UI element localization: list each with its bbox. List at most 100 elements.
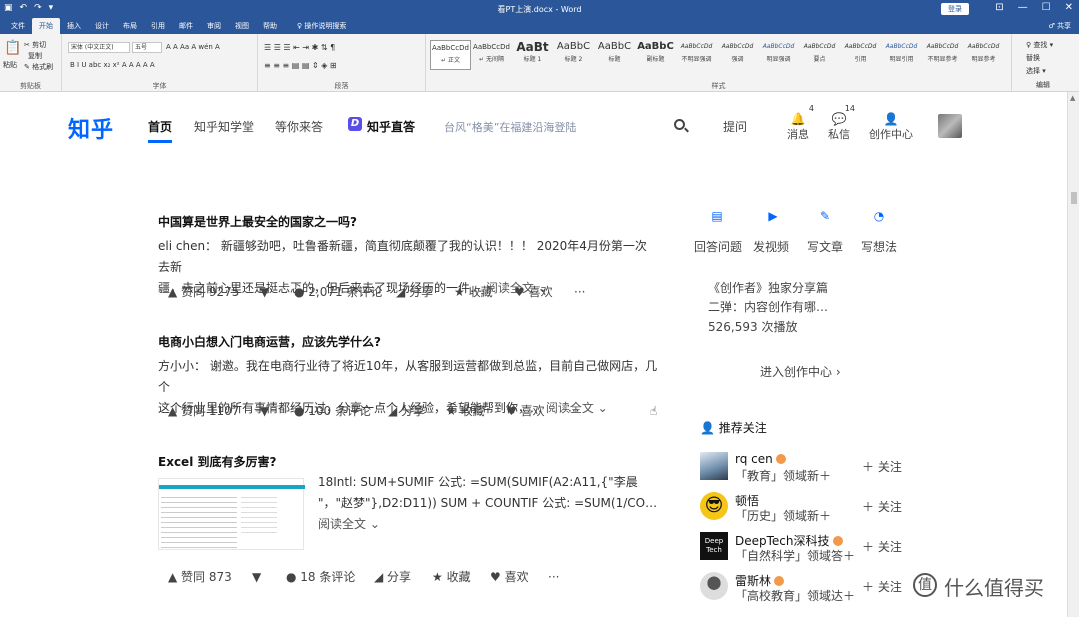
zhihu-logo[interactable]: 知乎 [68,112,114,144]
tab-references[interactable]: 引用 [144,18,172,34]
tab-layout[interactable]: 布局 [116,18,144,34]
answer-question-icon[interactable]: ▤ [708,209,726,223]
select-button[interactable]: 选择 ▾ [1026,66,1046,76]
tab-home[interactable]: 开始 [32,18,60,34]
tab-mailings[interactable]: 邮件 [172,18,200,34]
paragraph-tools-row2[interactable]: ≡ ≡ ≡ ▤ ▤ ⇕ ◈ ⊞ [264,61,337,70]
upvote-button[interactable]: ▲ 赞同 1107 [168,402,260,419]
answer-thumbnail[interactable] [158,478,305,550]
tab-file[interactable]: 文件 [4,18,32,34]
tab-design[interactable]: 设计 [88,18,116,34]
share-button[interactable]: ◢ 分享 [388,402,446,419]
style-item[interactable]: AaBbCcDd 强调 [717,40,758,70]
style-item[interactable]: AaBbCcDd 不明显强调 [676,40,717,70]
read-more-link[interactable]: 阅读全文 ⌄ [318,517,380,531]
video-icon[interactable]: ▶ [764,209,782,223]
font-tools-row2[interactable]: B I U abc x₂ x² A A A A A [70,61,155,69]
style-item[interactable]: AaBbCcDd 明显参考 [963,40,1004,70]
comments-button[interactable]: ● 2,071 条评论 [294,283,396,300]
like-button[interactable]: ♥ 喜欢 [490,568,548,585]
like-button[interactable]: ♥ 喜欢 [506,402,568,419]
nav-home[interactable]: 首页 [148,118,172,135]
creator-share-title[interactable]: 《创作者》独家分享篇 [708,279,828,296]
favorite-button[interactable]: ★ 收藏 [446,402,506,419]
more-button[interactable]: ··· [568,404,579,418]
upvote-button[interactable]: ▲ 赞同 873 [168,568,252,585]
paste-button[interactable]: 粘贴 [3,60,17,70]
tab-help[interactable]: 帮助 [256,18,284,34]
follow-button[interactable]: ＋ 关注 [862,498,902,515]
share-button[interactable]: ♂ 共享 [1041,18,1079,34]
minimize-icon[interactable]: — [1018,2,1028,13]
style-item[interactable]: AaBbCcDd ↵ 正文 [430,40,471,70]
nav-zhixuetang[interactable]: 知乎知学堂 [194,118,254,135]
follow-button[interactable]: ＋ 关注 [862,538,902,555]
follow-button[interactable]: ＋ 关注 [862,578,902,595]
cut-button[interactable]: ✂ 剪切 [24,40,46,50]
inbox-button[interactable]: 💬 14 私信 [825,104,855,142]
close-icon[interactable]: ✕ [1065,2,1073,13]
avatar[interactable] [938,114,962,138]
search-input[interactable]: 台风“格美”在福建沿海登陆 [444,119,576,135]
style-item[interactable]: AaBt 标题 1 [512,40,553,70]
paragraph-tools-row1[interactable]: ☰ ☰ ☰ ⇤ ⇥ ✱ ⇅ ¶ [264,43,335,52]
replace-button[interactable]: 替换 [1026,53,1040,63]
style-item[interactable]: AaBbCcDd 引用 [840,40,881,70]
tell-me-search[interactable]: ♀ 操作说明搜索 [290,18,353,34]
font-size-select[interactable]: 五号 [132,42,162,53]
sign-in-button[interactable]: 登录 [941,3,969,15]
messages-button[interactable]: 🔔 4 消息 [784,104,814,142]
style-item[interactable]: AaBbCcDd 要点 [799,40,840,70]
style-item[interactable]: AaBbC 标题 2 [553,40,594,70]
font-name-select[interactable]: 宋体 (中文正文) [68,42,130,53]
find-button[interactable]: ♀ 查找 ▾ [1026,40,1053,50]
tool-write-idea[interactable]: 写想法 [861,238,897,255]
downvote-button[interactable]: ▼ [252,570,286,584]
style-item[interactable]: AaBbC 标题 [594,40,635,70]
comments-button[interactable]: ● 18 条评论 [286,568,374,585]
search-icon[interactable] [674,119,685,130]
favorite-button[interactable]: ★ 收藏 [432,568,490,585]
maximize-icon[interactable]: ☐ [1042,2,1051,13]
creator-center-button[interactable]: 👤 创作中心 [866,112,916,142]
user-name[interactable]: rq cen [735,452,786,466]
follow-button[interactable]: ＋ 关注 [862,458,902,475]
question-title[interactable]: Excel 到底有多厉害? [158,453,658,470]
user-avatar[interactable]: 😎 [700,492,728,520]
copy-button[interactable]: 复制 [28,51,42,61]
tab-review[interactable]: 审阅 [200,18,228,34]
scroll-thumb[interactable] [1071,192,1077,204]
creator-share-subtitle[interactable]: 二弹：内容创作有哪… [708,298,828,315]
style-item[interactable]: AaBbCcDd 明显强调 [758,40,799,70]
share-button[interactable]: ◢ 分享 [396,283,454,300]
ask-button[interactable]: 提问 [723,118,747,135]
share-button[interactable]: ◢ 分享 [374,568,432,585]
style-item[interactable]: AaBbCcDd 不明显参考 [922,40,963,70]
style-item[interactable]: AaBbCcDd 明显引用 [881,40,922,70]
user-avatar[interactable] [700,572,728,600]
font-tools-row1[interactable]: A A Aa A wén A [166,43,220,51]
downvote-button[interactable]: ▼ [260,285,294,299]
tab-view[interactable]: 视图 [228,18,256,34]
format-painter-button[interactable]: ✎ 格式刷 [24,62,53,72]
more-button[interactable]: ··· [548,570,559,584]
nav-waiting-answers[interactable]: 等你来答 [275,118,323,135]
enter-creator-center-link[interactable]: 进入创作中心 › [760,363,841,380]
tool-post-video[interactable]: 发视频 [753,238,789,255]
user-avatar[interactable]: Deep Tech [700,532,728,560]
tab-insert[interactable]: 插入 [60,18,88,34]
ribbon-options-icon[interactable]: ⊡ [995,2,1003,13]
paste-icon[interactable]: 📋 [4,40,21,56]
more-button[interactable]: ··· [574,285,585,299]
tool-write-article[interactable]: 写文章 [807,238,843,255]
answer-excerpt[interactable]: 18Intl: SUM+SUMIF 公式: =SUM(SUMIF(A2:A11,… [318,472,658,535]
question-title[interactable]: 电商小白想入门电商运营，应该先学什么? [158,333,658,350]
tool-answer-question[interactable]: 回答问题 [694,238,742,255]
question-title[interactable]: 中国算是世界上最安全的国家之一吗? [158,213,658,230]
user-avatar[interactable] [700,452,728,480]
vertical-scrollbar[interactable]: ▲ [1067,92,1079,617]
style-item[interactable]: AaBbC 副标题 [635,40,676,70]
write-article-icon[interactable]: ✎ [816,209,834,223]
like-button[interactable]: ♥ 喜欢 [514,283,574,300]
scroll-up-icon[interactable]: ▲ [1070,94,1075,102]
